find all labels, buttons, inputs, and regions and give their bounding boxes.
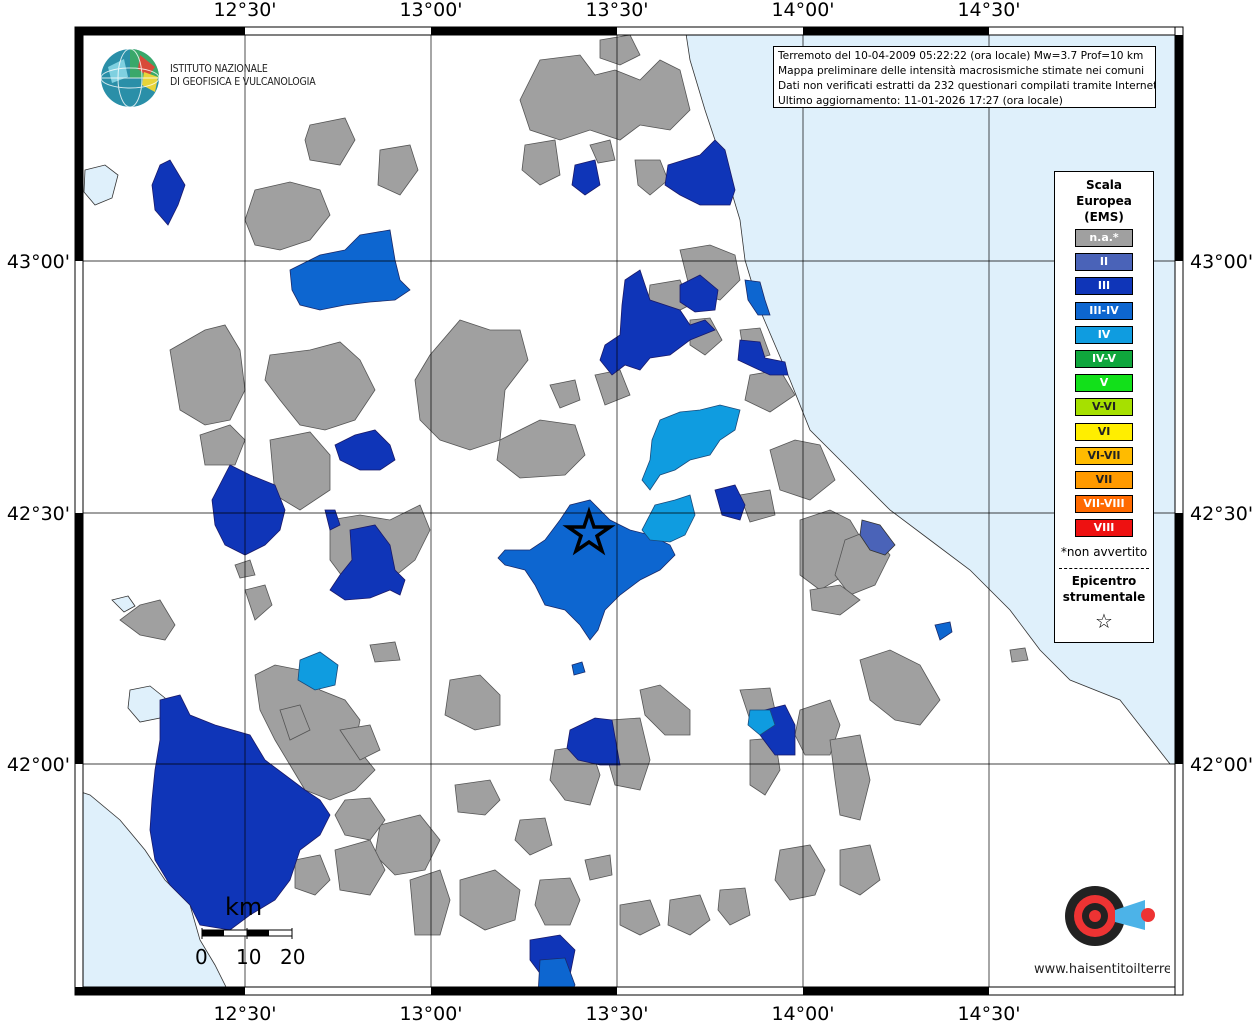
legend-swatch-vi-vii: VI-VII xyxy=(1075,446,1133,465)
latitude-ticks-right: 43°00' 42°30' 42°00' xyxy=(1190,251,1253,776)
ingv-logo-line1: ISTITUTO NAZIONALE xyxy=(170,63,268,75)
legend-epicenter-line1: Epicentro xyxy=(1071,574,1137,588)
legend-swatch-iv: IV xyxy=(1075,325,1133,344)
ingv-logo-line2: DI GEOFISICA E VULCANOLOGIA xyxy=(170,76,316,88)
legend-title: Scala Europea (EMS) xyxy=(1055,177,1153,225)
legend-separator xyxy=(1059,568,1149,569)
legend-swatch-iii: III xyxy=(1075,277,1133,296)
haisentito-logo: www.haisentitoilterremoto.it xyxy=(1030,858,1218,978)
legend-note: *non avvertito xyxy=(1060,545,1148,559)
ingv-globe-icon xyxy=(100,48,160,108)
lat-label-4300-left: 43°00' xyxy=(7,251,70,273)
legend-title-line1: Scala xyxy=(1085,178,1123,192)
lon-label-1400-top: 14°00' xyxy=(771,0,834,21)
legend-swatch-n-a: n.a.* xyxy=(1075,229,1133,247)
lat-label-4200-right: 42°00' xyxy=(1190,754,1253,776)
scale-bar-graphic xyxy=(201,928,293,939)
legend-epicenter-label: Epicentro strumentale xyxy=(1055,573,1153,605)
lon-label-1230-top: 12°30' xyxy=(213,0,276,21)
haisentito-target-icon: www.haisentitoilterremoto.it xyxy=(1034,886,1218,977)
lon-label-1430-bottom: 14°30' xyxy=(957,1003,1020,1024)
legend-title-line2: Europea xyxy=(1076,194,1132,208)
legend-swatch-vii-viii: VII-VIII xyxy=(1075,495,1133,514)
event-info-line1: Terremoto del 10-04-2009 05:22:22 (ora l… xyxy=(778,50,1144,62)
scale-unit: km xyxy=(225,893,263,921)
latitude-ticks-left: 43°00' 42°30' 42°00' xyxy=(7,251,70,776)
lat-label-4200-left: 42°00' xyxy=(7,754,70,776)
event-info-line3: Dati non verificati estratti da 232 ques… xyxy=(778,80,1156,92)
lon-label-1300-bottom: 13°00' xyxy=(399,1003,462,1024)
legend-swatch-iii-iv: III-IV xyxy=(1075,301,1133,320)
lon-label-1230-bottom: 12°30' xyxy=(213,1003,276,1024)
legend-swatch-iv-v: IV-V xyxy=(1075,350,1133,368)
ems-legend: Scala Europea (EMS) n.a.* II III III-IV IV IV… xyxy=(1054,171,1154,643)
ingv-logo: ISTITUTO NAZIONALE DI GEOFISICA E VULCAN… xyxy=(100,47,340,109)
longitude-ticks-top: 12°30' 13°00' 13°30' 14°00' 14°30' xyxy=(213,0,1020,21)
lon-label-1400-bottom: 14°00' xyxy=(771,1003,834,1024)
legend-title-line3: (EMS) xyxy=(1084,210,1124,224)
legend-swatch-ii: II xyxy=(1075,253,1133,272)
scale-label-0: 0 xyxy=(195,945,208,969)
haisentito-logo-text: www.haisentitoilterremoto.it xyxy=(1034,962,1170,977)
lon-label-1300-top: 13°00' xyxy=(399,0,462,21)
legend-swatch-v-vi: V-VI xyxy=(1075,398,1133,417)
scale-label-10: 10 xyxy=(236,945,262,969)
legend-epicenter-line2: strumentale xyxy=(1062,590,1146,604)
lat-label-4230-left: 42°30' xyxy=(7,503,70,525)
legend-swatch-vi: VI xyxy=(1075,422,1133,441)
scale-label-20: 20 xyxy=(280,945,306,969)
event-info-line2: Mappa preliminare delle intensità macros… xyxy=(778,65,1145,77)
scale-bar: km 0 10 20 xyxy=(195,893,310,973)
legend-swatch-v: V xyxy=(1075,374,1133,393)
lon-label-1430-top: 14°30' xyxy=(957,0,1020,21)
lat-label-4300-right: 43°00' xyxy=(1190,251,1253,273)
legend-swatch-viii: VIII xyxy=(1075,519,1133,538)
legend-epicenter-star-icon: ☆ xyxy=(1095,609,1113,633)
lon-label-1330-bottom: 13°30' xyxy=(585,1003,648,1024)
lat-label-4230-right: 42°30' xyxy=(1190,503,1253,525)
lon-label-1330-top: 13°30' xyxy=(585,0,648,21)
event-info-box: Terremoto del 10-04-2009 05:22:22 (ora l… xyxy=(773,46,1156,108)
longitude-ticks-bottom: 12°30' 13°00' 13°30' 14°00' 14°30' xyxy=(213,1003,1020,1024)
legend-swatch-vii: VII xyxy=(1075,471,1133,489)
event-info-line4: Ultimo aggiornamento: 11-01-2026 17:27 (… xyxy=(778,95,1063,107)
